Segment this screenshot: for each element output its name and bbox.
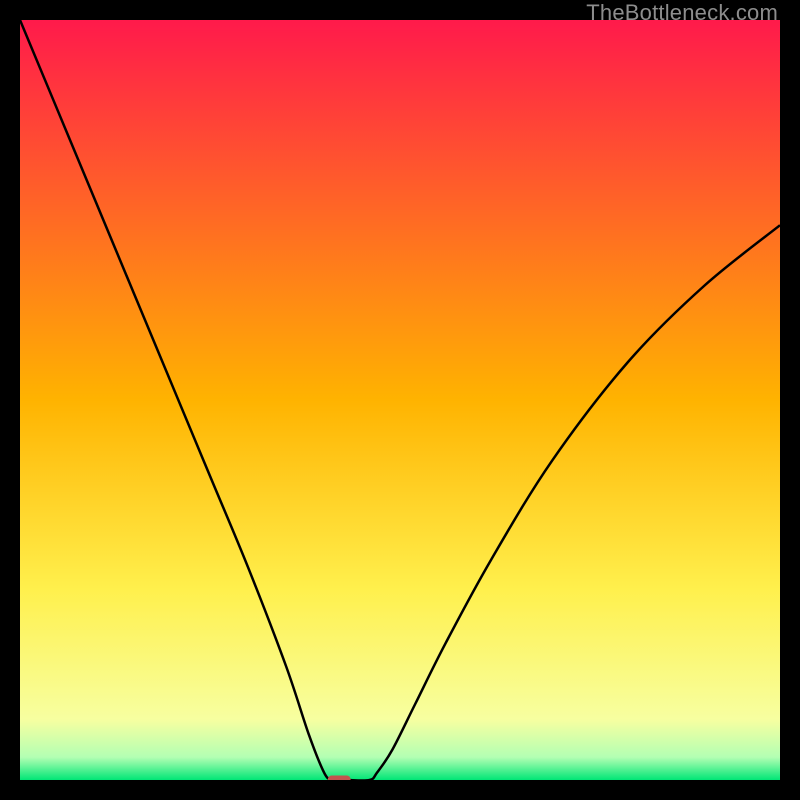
plot-area [20, 20, 780, 780]
chart-frame: TheBottleneck.com [0, 0, 800, 800]
watermark-text: TheBottleneck.com [586, 0, 778, 26]
bottleneck-chart [20, 20, 780, 780]
gradient-background [20, 20, 780, 780]
optimal-marker [328, 775, 351, 780]
